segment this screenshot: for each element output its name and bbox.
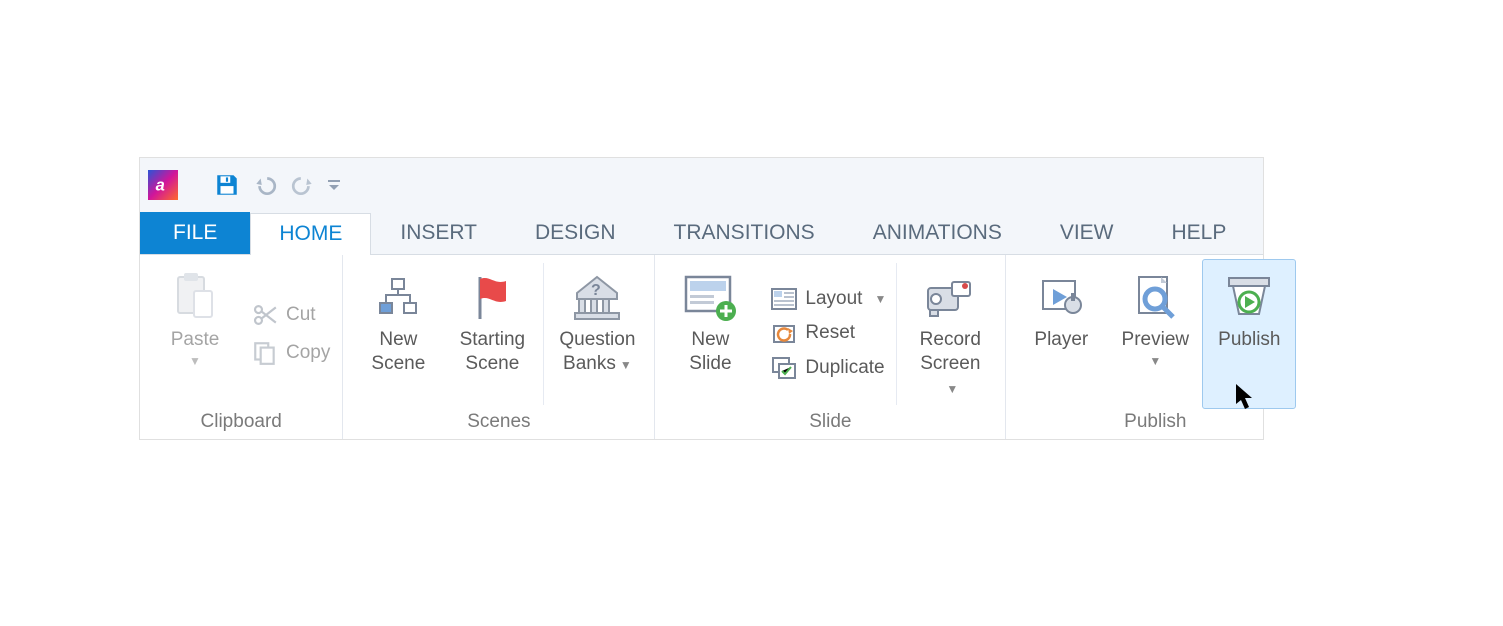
- copy-button[interactable]: Copy: [248, 338, 334, 368]
- preview-button[interactable]: Preview ▼: [1108, 259, 1202, 409]
- preview-icon: [1131, 266, 1179, 328]
- cut-label: Cut: [286, 304, 316, 326]
- cut-button[interactable]: Cut: [248, 300, 334, 330]
- bank-icon: ?: [571, 266, 623, 328]
- publish-button[interactable]: Publish: [1202, 259, 1296, 409]
- redo-button[interactable]: [284, 166, 322, 204]
- group-clipboard-label: Clipboard: [140, 409, 342, 439]
- group-publish-label: Publish: [1006, 409, 1304, 439]
- preview-label: Preview: [1122, 328, 1190, 352]
- paste-button[interactable]: Paste ▼: [148, 259, 242, 409]
- player-label: Player: [1034, 328, 1088, 352]
- clipboard-icon: [172, 266, 218, 328]
- chevron-down-icon: ▼: [1149, 354, 1161, 369]
- tab-file[interactable]: FILE: [140, 212, 250, 254]
- tab-design[interactable]: DESIGN: [506, 212, 645, 254]
- svg-text:?: ?: [591, 282, 601, 299]
- org-chart-icon: [374, 266, 422, 328]
- chevron-down-icon: ▼: [946, 382, 958, 396]
- tab-home[interactable]: HOME: [250, 213, 371, 255]
- duplicate-button[interactable]: Duplicate: [767, 354, 890, 382]
- camcorder-icon: [922, 266, 978, 328]
- question-banks-button[interactable]: ? Question Banks▼: [548, 259, 646, 409]
- reset-icon: [771, 322, 797, 344]
- publish-label: Publish: [1218, 328, 1280, 352]
- tab-insert[interactable]: INSERT: [371, 212, 506, 254]
- tab-help[interactable]: HELP: [1143, 212, 1256, 254]
- layout-icon: [771, 288, 797, 310]
- question-banks-label: Question Banks▼: [559, 328, 635, 376]
- group-scenes-label: Scenes: [343, 409, 654, 439]
- tab-animations[interactable]: ANIMATIONS: [844, 212, 1031, 254]
- duplicate-label: Duplicate: [805, 357, 884, 379]
- group-slide-label: Slide: [655, 409, 1005, 439]
- duplicate-icon: [771, 356, 797, 380]
- quick-access-toolbar: a: [140, 158, 1263, 212]
- chevron-down-icon: ▼: [620, 358, 632, 372]
- new-slide-label: New Slide: [689, 328, 731, 376]
- new-scene-label: New Scene: [371, 328, 425, 376]
- scissors-icon: [252, 302, 278, 328]
- player-icon: [1037, 266, 1085, 328]
- chevron-down-icon: ▼: [874, 292, 886, 306]
- svg-text:a: a: [156, 177, 165, 195]
- undo-button[interactable]: [246, 166, 284, 204]
- copy-label: Copy: [286, 342, 330, 364]
- flag-icon: [468, 266, 516, 328]
- tab-transitions[interactable]: TRANSITIONS: [645, 212, 844, 254]
- save-button[interactable]: [208, 166, 246, 204]
- record-screen-label: Record Screen ▼: [914, 328, 986, 399]
- layout-button[interactable]: Layout ▼: [767, 286, 890, 312]
- group-clipboard: Paste ▼ Cut Copy: [140, 255, 343, 439]
- paste-label: Paste: [171, 328, 220, 352]
- player-button[interactable]: Player: [1014, 259, 1108, 409]
- chevron-down-icon: ▼: [189, 354, 201, 369]
- group-scenes: New Scene Starting Scene ? Question Bank…: [343, 255, 655, 439]
- copy-icon: [252, 340, 278, 366]
- new-slide-icon: [682, 266, 738, 328]
- layout-label: Layout: [805, 288, 862, 310]
- new-scene-button[interactable]: New Scene: [351, 259, 445, 409]
- reset-label: Reset: [805, 322, 855, 344]
- tab-view[interactable]: VIEW: [1031, 212, 1143, 254]
- starting-scene-label: Starting Scene: [460, 328, 525, 376]
- ribbon-tabs: FILE HOME INSERT DESIGN TRANSITIONS ANIM…: [140, 212, 1263, 254]
- new-slide-button[interactable]: New Slide: [663, 259, 757, 409]
- reset-button[interactable]: Reset: [767, 320, 890, 346]
- record-screen-button[interactable]: Record Screen ▼: [903, 259, 997, 409]
- publish-icon: [1223, 266, 1275, 328]
- starting-scene-button[interactable]: Starting Scene: [445, 259, 539, 409]
- app-window: a FILE HOME INSERT DESIGN TRANSITIONS AN…: [139, 157, 1264, 440]
- group-slide: New Slide Layout ▼ Reset Duplicate: [655, 255, 1006, 439]
- app-logo-icon: a: [148, 170, 178, 200]
- group-publish: Player Preview ▼ Publish Publish: [1006, 255, 1304, 439]
- qat-customize-button[interactable]: [322, 166, 346, 204]
- ribbon-content: Paste ▼ Cut Copy: [140, 254, 1263, 439]
